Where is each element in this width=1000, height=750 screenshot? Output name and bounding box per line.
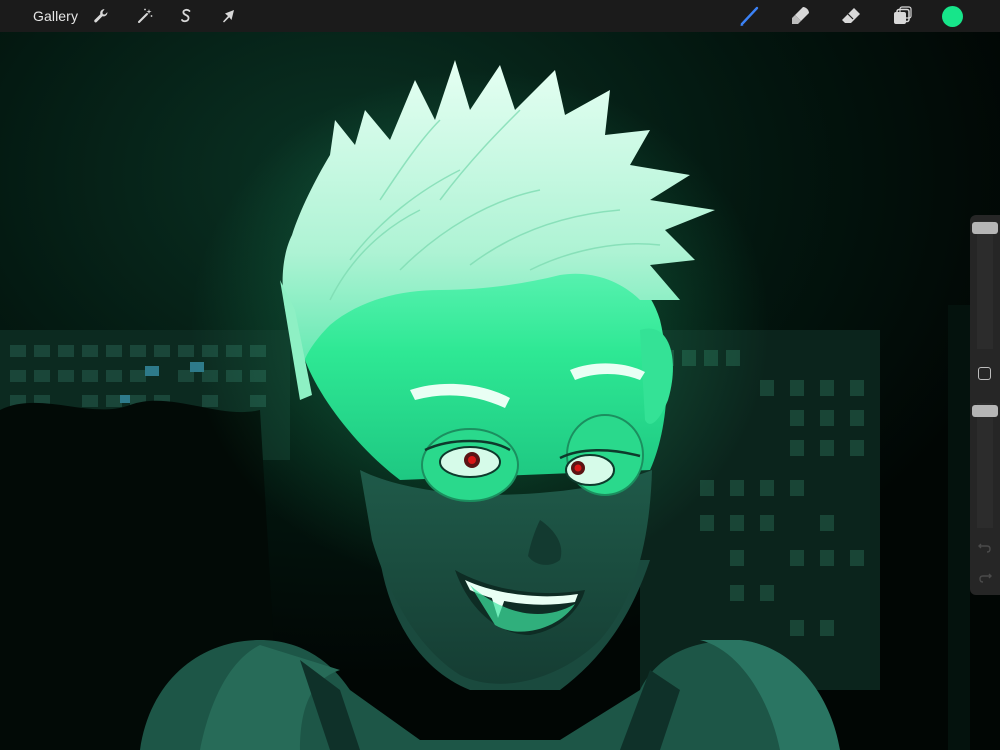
opacity-slider[interactable] bbox=[977, 403, 993, 528]
adjustments-button[interactable] bbox=[134, 5, 156, 27]
modify-square-button[interactable] bbox=[978, 367, 991, 380]
brush-size-slider[interactable] bbox=[977, 221, 993, 349]
cursor-arrow-icon bbox=[223, 10, 234, 23]
eraser-button[interactable] bbox=[840, 5, 862, 27]
smudge-button[interactable] bbox=[789, 5, 811, 27]
selection-button[interactable] bbox=[175, 5, 197, 27]
eraser-icon bbox=[842, 8, 860, 23]
brush-icon bbox=[740, 6, 759, 26]
right-sidebar bbox=[970, 215, 1000, 595]
color-swatch-button[interactable] bbox=[942, 6, 963, 27]
brush-button[interactable] bbox=[738, 5, 760, 27]
top-toolbar: Gallery bbox=[0, 0, 1000, 32]
transform-button[interactable] bbox=[217, 5, 239, 27]
undo-arrow-icon[interactable] bbox=[977, 538, 993, 554]
actions-button[interactable] bbox=[90, 5, 112, 27]
brush-size-thumb[interactable] bbox=[972, 222, 998, 234]
drawing-canvas[interactable] bbox=[0, 32, 1000, 750]
procreate-app: Gallery bbox=[0, 0, 1000, 750]
layers-button[interactable] bbox=[891, 5, 913, 27]
selection-s-icon bbox=[181, 8, 191, 23]
opacity-thumb[interactable] bbox=[972, 405, 998, 417]
redo-arrow-icon[interactable] bbox=[977, 568, 993, 584]
smudge-icon bbox=[792, 7, 809, 24]
gallery-button[interactable]: Gallery bbox=[33, 8, 78, 24]
wrench-icon bbox=[94, 9, 108, 23]
magic-wand-icon bbox=[138, 8, 153, 23]
artwork-illustration bbox=[0, 32, 1000, 750]
layers-icon bbox=[894, 6, 912, 24]
